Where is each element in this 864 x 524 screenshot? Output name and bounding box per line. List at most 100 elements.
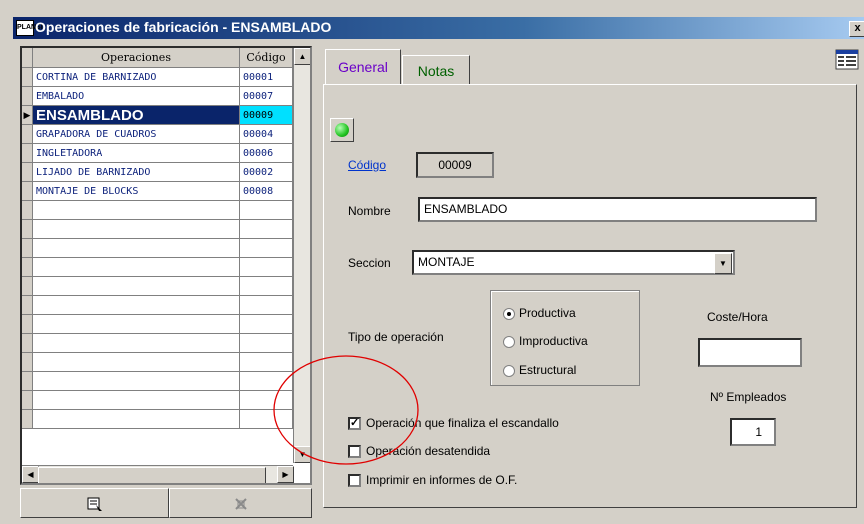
chevron-down-icon[interactable]: ▼ <box>714 253 732 274</box>
operation-name-cell[interactable]: INGLETADORA <box>33 144 240 163</box>
operation-code-cell[interactable]: 00006 <box>240 144 293 163</box>
operation-name-cell[interactable]: MONTAJE DE BLOCKS <box>33 182 240 201</box>
delete-record-button[interactable] <box>169 488 312 518</box>
row-indicator[interactable] <box>22 353 33 372</box>
operation-name-cell[interactable] <box>33 315 240 334</box>
operation-name-cell[interactable] <box>33 296 240 315</box>
row-indicator[interactable] <box>22 315 33 334</box>
operation-name-cell[interactable]: EMBALADO <box>33 87 240 106</box>
operation-code-cell[interactable]: 00007 <box>240 87 293 106</box>
status-led-icon <box>335 123 349 137</box>
title-bar[interactable]: PLANSI Operaciones de fabricación - ENSA… <box>13 17 864 39</box>
row-indicator-header <box>22 48 33 68</box>
status-led-button[interactable] <box>330 118 354 142</box>
annotation-circle <box>273 355 419 465</box>
row-indicator[interactable] <box>22 391 33 410</box>
tipo-operacion-label: Tipo de operación <box>348 330 444 344</box>
tab-general-label: General <box>338 59 388 75</box>
row-indicator[interactable] <box>22 239 33 258</box>
tab-notas[interactable]: Notas <box>402 55 470 85</box>
empleados-input[interactable]: 1 <box>730 418 776 446</box>
scroll-left-button[interactable]: ◀ <box>22 466 39 483</box>
radio-productiva[interactable] <box>503 308 515 320</box>
operation-name-cell[interactable] <box>33 201 240 220</box>
column-header-operaciones[interactable]: Operaciones <box>33 48 240 68</box>
operation-name-cell[interactable]: LIJADO DE BARNIZADO <box>33 163 240 182</box>
window-title: Operaciones de fabricación - ENSAMBLADO <box>35 19 332 35</box>
radio-label-productiva[interactable]: Productiva <box>519 306 576 320</box>
radio-improductiva[interactable] <box>503 336 515 348</box>
close-button[interactable]: x <box>849 21 864 37</box>
row-indicator[interactable]: ▶ <box>22 106 33 125</box>
operation-name-cell[interactable] <box>33 353 240 372</box>
row-indicator[interactable] <box>22 68 33 87</box>
row-indicator[interactable] <box>22 334 33 353</box>
scroll-up-button[interactable]: ▲ <box>294 48 310 65</box>
coste-hora-input[interactable] <box>698 338 802 367</box>
operation-code-cell[interactable] <box>240 239 293 258</box>
column-header-codigo[interactable]: Código <box>240 48 293 68</box>
operation-code-cell[interactable]: 00002 <box>240 163 293 182</box>
codigo-field: 00009 <box>416 152 494 178</box>
row-indicator[interactable] <box>22 410 33 429</box>
edit-record-button[interactable] <box>20 488 169 518</box>
codigo-label: Código <box>348 158 387 172</box>
operation-code-cell[interactable]: 00001 <box>240 68 293 87</box>
operation-name-cell[interactable] <box>33 220 240 239</box>
operation-code-cell[interactable]: 00004 <box>240 125 293 144</box>
operation-name-cell[interactable] <box>33 334 240 353</box>
tab-general[interactable]: General <box>325 49 401 85</box>
operation-code-cell[interactable] <box>240 315 293 334</box>
checkbox-3[interactable] <box>348 474 361 487</box>
row-indicator[interactable] <box>22 372 33 391</box>
scroll-right-button[interactable]: ▶ <box>277 466 294 483</box>
horizontal-scroll-thumb[interactable] <box>38 467 266 483</box>
seccion-value: MONTAJE <box>418 255 475 269</box>
delete-record-icon <box>234 498 247 511</box>
radio-estructural[interactable] <box>503 365 515 377</box>
seccion-select[interactable]: MONTAJE ▼ <box>412 250 735 275</box>
operation-name-cell[interactable]: ENSAMBLADO <box>33 106 240 125</box>
row-indicator[interactable] <box>22 201 33 220</box>
operation-name-cell[interactable] <box>33 391 240 410</box>
horizontal-scrollbar[interactable]: ◀ ▶ <box>22 465 294 483</box>
radio-label-estructural[interactable]: Estructural <box>519 363 576 377</box>
operation-name-cell[interactable] <box>33 277 240 296</box>
row-indicator[interactable] <box>22 182 33 201</box>
operation-name-cell[interactable] <box>33 258 240 277</box>
row-indicator[interactable] <box>22 296 33 315</box>
operation-name-cell[interactable]: CORTINA DE BARNIZADO <box>33 68 240 87</box>
window-list-icon <box>835 49 859 70</box>
operation-name-cell[interactable] <box>33 372 240 391</box>
app-icon: PLANSI <box>16 20 43 36</box>
row-indicator[interactable] <box>22 163 33 182</box>
nombre-input[interactable]: ENSAMBLADO <box>418 197 817 222</box>
operation-code-cell[interactable] <box>240 334 293 353</box>
radio-label-improductiva[interactable]: Improductiva <box>519 334 588 348</box>
checkbox-label-3[interactable]: Imprimir en informes de O.F. <box>366 473 517 487</box>
operations-grid[interactable]: Operaciones Código CORTINA DE BARNIZADO 0… <box>20 46 312 485</box>
application-window: PLANSI Operaciones de fabricación - ENSA… <box>0 0 864 524</box>
row-indicator[interactable] <box>22 258 33 277</box>
operation-name-cell[interactable] <box>33 410 240 429</box>
empleados-label: Nº Empleados <box>710 390 787 404</box>
operation-code-cell[interactable] <box>240 258 293 277</box>
window-list-button[interactable] <box>834 48 860 72</box>
row-indicator[interactable] <box>22 144 33 163</box>
coste-hora-label: Coste/Hora <box>707 310 768 324</box>
operation-code-cell[interactable] <box>240 220 293 239</box>
operation-code-cell[interactable] <box>240 296 293 315</box>
row-indicator[interactable] <box>22 277 33 296</box>
operation-code-cell[interactable] <box>240 277 293 296</box>
operation-code-cell[interactable]: 00009 <box>240 106 293 125</box>
nombre-label: Nombre <box>348 204 391 218</box>
seccion-label: Seccion <box>348 256 391 270</box>
row-indicator[interactable] <box>22 87 33 106</box>
row-indicator[interactable] <box>22 125 33 144</box>
operation-name-cell[interactable] <box>33 239 240 258</box>
row-indicator[interactable] <box>22 220 33 239</box>
operation-code-cell[interactable]: 00008 <box>240 182 293 201</box>
operation-name-cell[interactable]: GRAPADORA DE CUADROS <box>33 125 240 144</box>
tab-notas-label: Notas <box>417 63 455 79</box>
operation-code-cell[interactable] <box>240 201 293 220</box>
